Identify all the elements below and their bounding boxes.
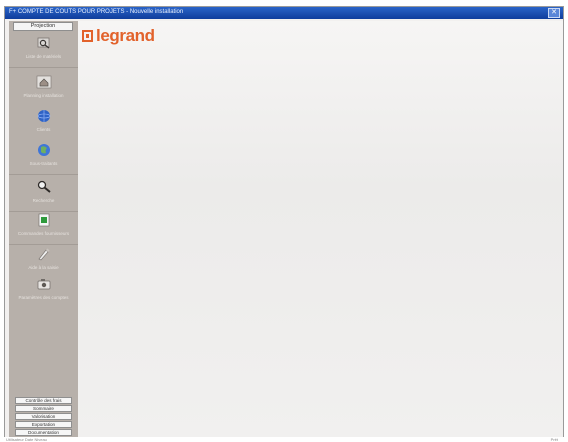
document-green-icon	[38, 213, 49, 227]
legrand-mark-icon	[82, 30, 93, 42]
house-icon	[36, 75, 51, 89]
valuation-button[interactable]: Valorisation	[15, 413, 72, 420]
main-content-area: legrand	[78, 21, 563, 437]
sidebar-item-label: Clients	[36, 127, 51, 132]
globe-icon	[37, 144, 50, 156]
close-button[interactable]: ✕	[548, 8, 560, 18]
sidebar-item-label: Liste de matériels	[25, 54, 62, 59]
window-title: F+ COMPTE DE COUTS POUR PROJETS - Nouvel…	[9, 9, 184, 15]
app-window: F+ COMPTE DE COUTS POUR PROJETS - Nouvel…	[4, 6, 564, 438]
sidebar-item-label: Sous-traitants	[29, 161, 58, 166]
sidebar-item-label: Paramètres des comptes	[18, 295, 69, 300]
sidebar-item-subcontractors[interactable]: Sous-traitants	[9, 139, 78, 175]
title-bar[interactable]: F+ COMPTE DE COUTS POUR PROJETS - Nouvel…	[5, 7, 563, 19]
sidebar-item-account-settings[interactable]: Paramètres des comptes	[9, 273, 78, 309]
pen-icon	[37, 248, 49, 261]
documentation-button[interactable]: Documentation	[15, 429, 72, 436]
sidebar-item-label: Planning installation	[23, 93, 64, 98]
sidebar-item-orders[interactable]: Commandes fournisseurs	[9, 209, 78, 245]
status-bar: Utilisateur Date Niveau Prêt	[0, 437, 568, 442]
sidebar-item-label: Aide à la saisie	[28, 265, 59, 270]
globe-blue-icon	[37, 110, 50, 122]
sidebar-button-stack: Contrôle des frais Sommaire Valorisation…	[15, 397, 72, 437]
sidebar-item-planning[interactable]: Planning installation	[9, 71, 78, 107]
logo-text: legrand	[96, 26, 155, 45]
status-right: Prêt	[550, 437, 558, 442]
cost-control-button[interactable]: Contrôle des frais	[15, 397, 72, 404]
search-icon	[37, 180, 51, 193]
sidebar-header-tab[interactable]: Projection	[13, 22, 73, 31]
sidebar-item-materials[interactable]: Liste de matériels	[9, 32, 78, 68]
magnifier-icon	[37, 37, 49, 49]
summary-button[interactable]: Sommaire	[15, 405, 72, 412]
sidebar-item-clients[interactable]: Clients	[9, 105, 78, 141]
sidebar-item-label: Commandes fournisseurs	[17, 231, 70, 236]
sidebar-item-search[interactable]: Recherche	[9, 176, 78, 212]
sidebar-item-label: Recherche	[32, 198, 55, 203]
export-button[interactable]: Exportation	[15, 421, 72, 428]
status-left: Utilisateur Date Niveau	[6, 437, 47, 442]
camera-icon	[37, 279, 50, 290]
sidebar: Projection Liste de matériels Planning i…	[9, 21, 78, 437]
